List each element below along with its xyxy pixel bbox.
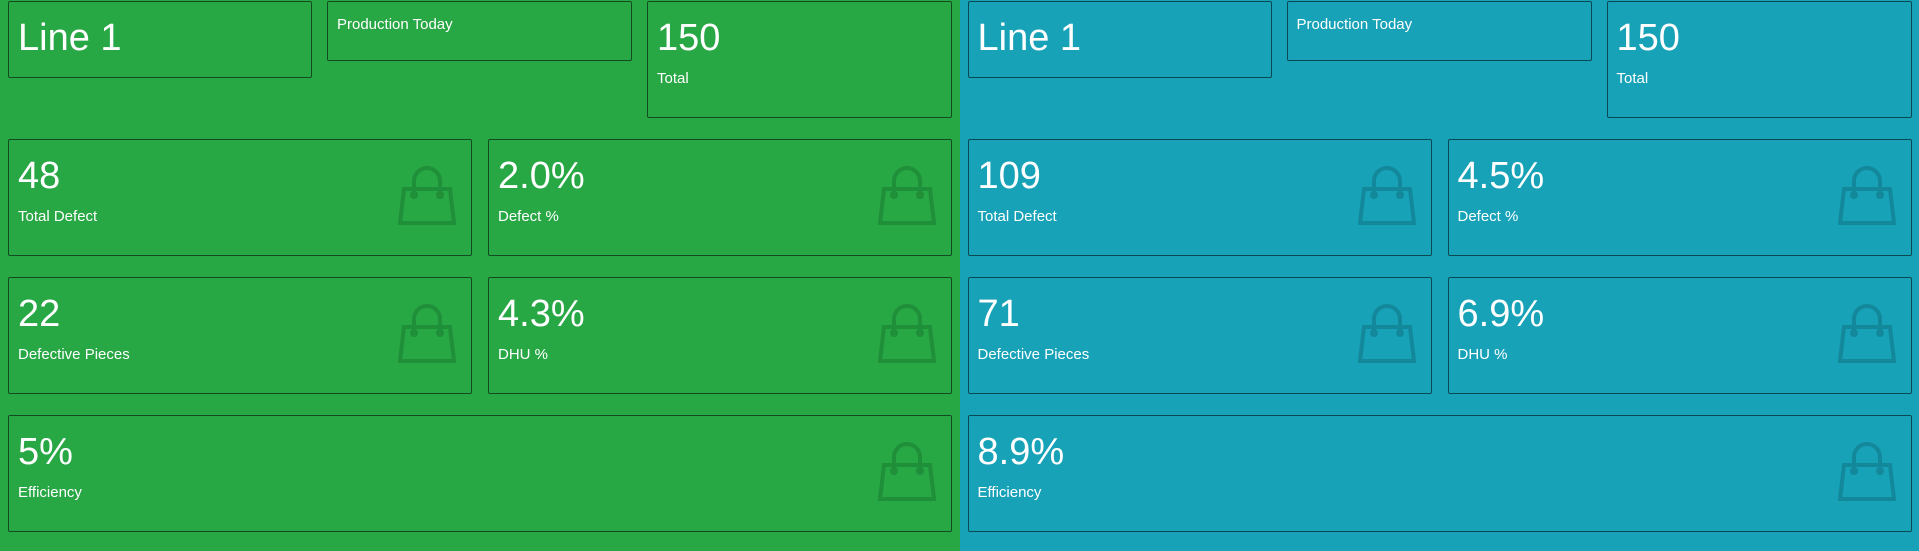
efficiency-label: Efficiency (18, 484, 82, 501)
line-panel-teal: Line 1 Production Today 150 Total 109 To… (959, 0, 1919, 551)
efficiency-card: 5% Efficiency (8, 415, 952, 532)
total-defect-label: Total Defect (977, 208, 1057, 225)
defect-pct-value: 4.5% (1457, 155, 1545, 197)
production-today-label: Production Today (337, 16, 453, 33)
shopping-bag-icon (1837, 303, 1896, 365)
shopping-bag-icon (1837, 165, 1896, 227)
defect-pct-card: 4.5% Defect % (1447, 139, 1912, 256)
total-defect-label: Total Defect (18, 208, 98, 225)
efficiency-label: Efficiency (977, 484, 1042, 501)
total-label: Total (657, 70, 689, 87)
total-card: 150 Total (1606, 1, 1912, 118)
dhu-label: DHU % (1457, 346, 1508, 363)
dhu-value: 4.3% (498, 293, 585, 335)
total-value: 150 (1616, 17, 1680, 59)
defect-pct-card: 2.0% Defect % (488, 139, 952, 256)
shopping-bag-icon (878, 441, 936, 503)
defective-pieces-value: 71 (977, 293, 1020, 335)
line-panel-green: Line 1 Production Today 150 Total 48 Tot… (0, 0, 960, 551)
total-defect-value: 48 (18, 155, 61, 197)
shopping-bag-icon (878, 303, 936, 365)
line-title: Line 1 (18, 17, 122, 59)
shopping-bag-icon (1357, 165, 1416, 227)
efficiency-value: 5% (18, 431, 73, 473)
defective-pieces-label: Defective Pieces (18, 346, 130, 363)
total-card: 150 Total (647, 1, 952, 118)
line-title-card: Line 1 (967, 1, 1272, 78)
efficiency-card: 8.9% Efficiency (967, 415, 1912, 532)
line-title: Line 1 (977, 17, 1082, 59)
shopping-bag-icon (398, 303, 456, 365)
shopping-bag-icon (878, 165, 936, 227)
defect-pct-value: 2.0% (498, 155, 585, 197)
dhu-label: DHU % (498, 346, 549, 363)
production-today-card: Production Today (1286, 1, 1592, 61)
defective-pieces-value: 22 (18, 293, 61, 335)
efficiency-value: 8.9% (977, 431, 1065, 473)
production-today-label: Production Today (1296, 16, 1413, 33)
shopping-bag-icon (1837, 441, 1896, 503)
total-label: Total (1616, 70, 1649, 87)
shopping-bag-icon (398, 165, 456, 227)
defective-pieces-card: 22 Defective Pieces (8, 277, 472, 394)
shopping-bag-icon (1357, 303, 1416, 365)
total-defect-card: 109 Total Defect (967, 139, 1432, 256)
total-value: 150 (657, 17, 721, 59)
total-defect-card: 48 Total Defect (8, 139, 472, 256)
dhu-card: 4.3% DHU % (488, 277, 952, 394)
defective-pieces-card: 71 Defective Pieces (967, 277, 1432, 394)
production-today-card: Production Today (327, 1, 632, 61)
defect-pct-label: Defect % (498, 208, 559, 225)
dhu-card: 6.9% DHU % (1447, 277, 1912, 394)
line-title-card: Line 1 (8, 1, 312, 78)
total-defect-value: 109 (977, 155, 1041, 197)
defective-pieces-label: Defective Pieces (977, 346, 1090, 363)
defect-pct-label: Defect % (1457, 208, 1519, 225)
dhu-value: 6.9% (1457, 293, 1545, 335)
